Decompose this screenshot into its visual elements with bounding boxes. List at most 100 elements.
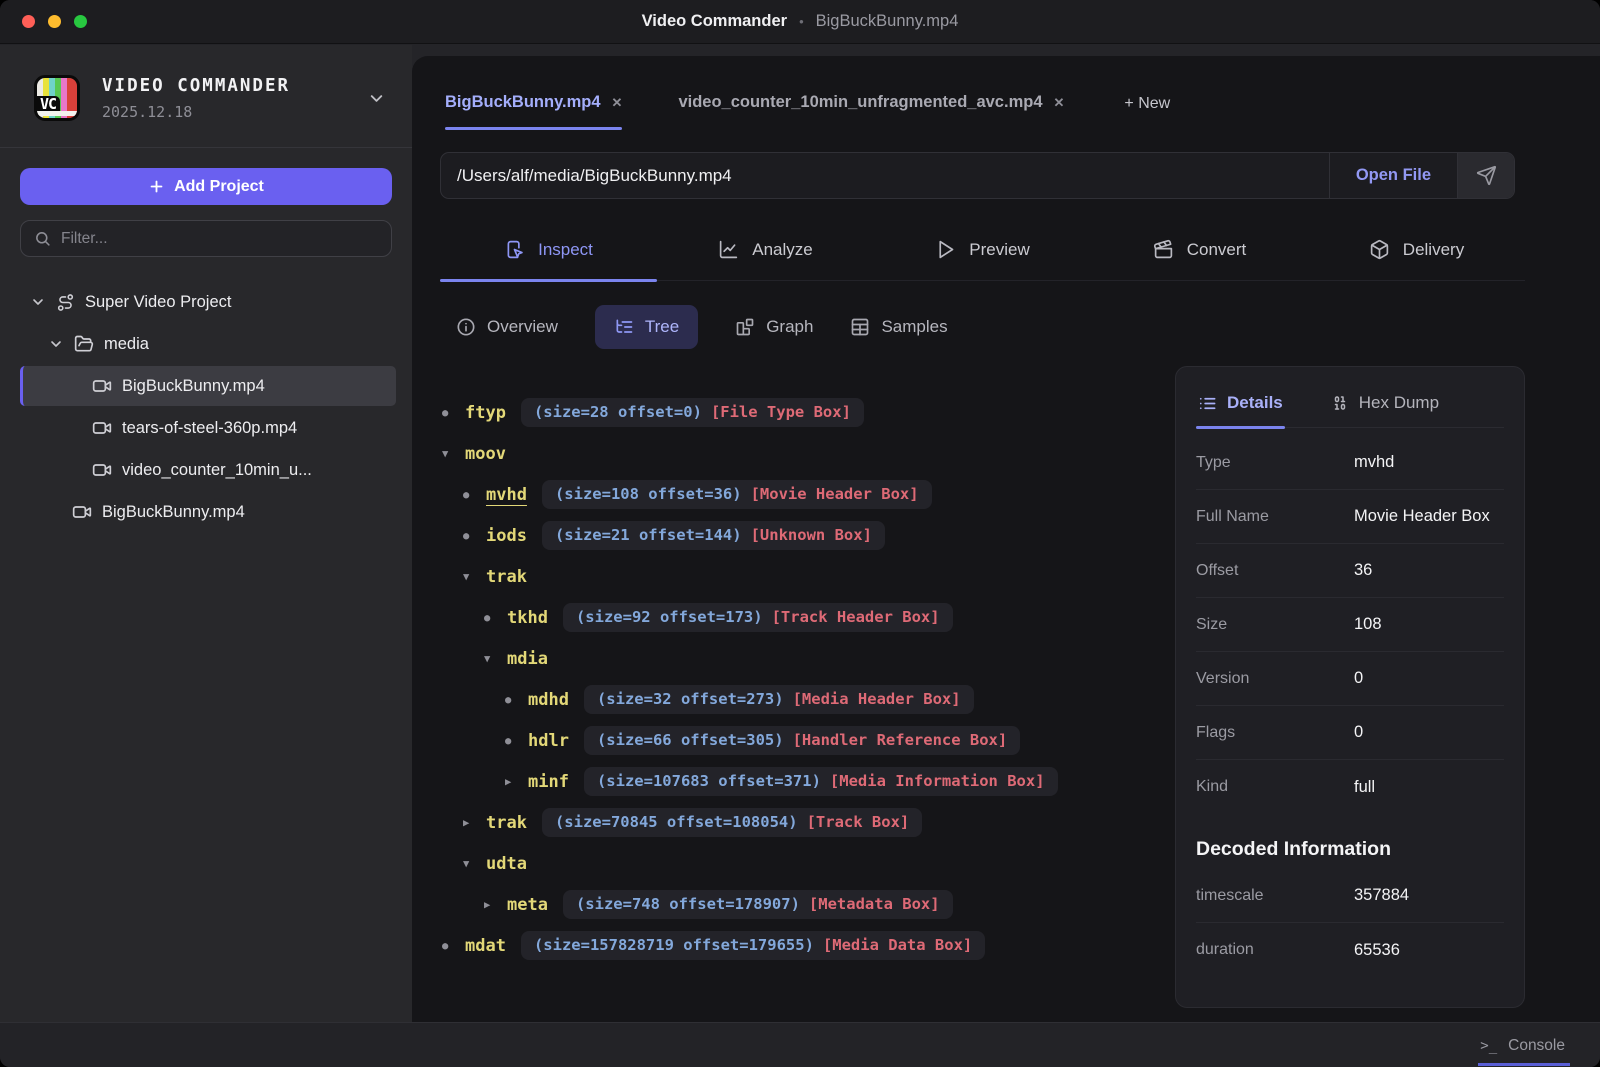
tree-marker-icon[interactable]: ● bbox=[505, 694, 528, 706]
tree-marker-icon[interactable]: ● bbox=[442, 407, 465, 419]
tree-marker-icon[interactable]: ● bbox=[442, 940, 465, 952]
tab-preview[interactable]: Preview bbox=[874, 219, 1091, 280]
box-size-offset: (size=92 offset=173) bbox=[576, 608, 763, 626]
box-name[interactable]: meta bbox=[507, 895, 548, 915]
tab-convert[interactable]: Convert bbox=[1091, 219, 1308, 280]
tree-row[interactable]: ● tkhd (size=92 offset=173)[Track Header… bbox=[442, 597, 1175, 638]
add-project-button[interactable]: Add Project bbox=[20, 168, 392, 205]
tree-row[interactable]: ▼ udta bbox=[442, 843, 1175, 884]
box-name[interactable]: mdhd bbox=[528, 690, 569, 710]
box-name[interactable]: trak bbox=[486, 813, 527, 833]
tree-marker-icon[interactable]: ▶ bbox=[505, 776, 528, 788]
video-camera-icon bbox=[72, 502, 92, 522]
tree-marker-icon[interactable]: ● bbox=[484, 612, 507, 624]
status-bar: >_ Console bbox=[0, 1022, 1600, 1067]
terminal-prompt-icon: >_ bbox=[1480, 1038, 1497, 1054]
detail-value: Movie Header Box bbox=[1354, 507, 1490, 526]
box-name[interactable]: tkhd bbox=[507, 608, 548, 628]
chevron-down-icon[interactable] bbox=[48, 336, 64, 352]
box-badge: (size=32 offset=273)[Media Header Box] bbox=[584, 685, 974, 714]
tree-row[interactable]: ▶ trak (size=70845 offset=108054)[Track … bbox=[442, 802, 1175, 843]
file-row[interactable]: BigBuckBunny.mp4 bbox=[0, 491, 412, 533]
tab-hex-dump[interactable]: Hex Dump bbox=[1329, 387, 1441, 427]
detail-row: Version 0 bbox=[1196, 652, 1504, 706]
tree-row[interactable]: ▼ mdia bbox=[442, 638, 1175, 679]
close-icon[interactable]: ✕ bbox=[1054, 95, 1065, 111]
app-name: VIDEO COMMANDER bbox=[102, 76, 290, 96]
detail-row: Offset 36 bbox=[1196, 544, 1504, 598]
tree-marker-icon[interactable]: ▼ bbox=[442, 448, 465, 460]
chevron-down-icon[interactable] bbox=[367, 89, 386, 108]
tree-row[interactable]: ● mdat (size=157828719 offset=179655)[Me… bbox=[442, 925, 1175, 966]
tree-marker-icon[interactable]: ● bbox=[505, 735, 528, 747]
decoded-row: duration 65536 bbox=[1196, 923, 1504, 977]
tab-video-counter[interactable]: video_counter_10min_unfragmented_avc.mp4… bbox=[678, 93, 1064, 143]
detail-key: Type bbox=[1196, 454, 1354, 472]
tree-row[interactable]: ● mdhd (size=32 offset=273)[Media Header… bbox=[442, 679, 1175, 720]
folder-row[interactable]: media bbox=[0, 323, 412, 365]
chevron-down-icon[interactable] bbox=[30, 294, 46, 310]
box-size-offset: (size=108 offset=36) bbox=[555, 485, 742, 503]
tree-row[interactable]: ● mvhd (size=108 offset=36)[Movie Header… bbox=[442, 474, 1175, 515]
new-tab-button[interactable]: + New bbox=[1124, 93, 1170, 113]
zoom-window-button[interactable] bbox=[74, 15, 87, 28]
submit-path-button[interactable] bbox=[1457, 153, 1514, 198]
console-button[interactable]: >_ Console bbox=[1478, 1037, 1570, 1066]
tab-delivery[interactable]: Delivery bbox=[1308, 219, 1525, 280]
tab-bigbuckbunny[interactable]: BigBuckBunny.mp4 ✕ bbox=[445, 93, 622, 143]
close-icon[interactable]: ✕ bbox=[612, 95, 623, 111]
box-name[interactable]: udta bbox=[486, 854, 527, 874]
tab-graph[interactable]: Graph bbox=[735, 305, 813, 349]
file-row[interactable]: tears-of-steel-360p.mp4 bbox=[0, 407, 412, 449]
box-name[interactable]: minf bbox=[528, 772, 569, 792]
tree-marker-icon[interactable]: ▼ bbox=[463, 571, 486, 583]
box-name[interactable]: mvhd bbox=[486, 485, 527, 505]
box-full-name: [Unknown Box] bbox=[751, 526, 872, 544]
box-name[interactable]: mdia bbox=[507, 649, 548, 669]
detail-row: Size 108 bbox=[1196, 598, 1504, 652]
tree-marker-icon[interactable]: ● bbox=[463, 489, 486, 501]
tree-row[interactable]: ▶ meta (size=748 offset=178907)[Metadata… bbox=[442, 884, 1175, 925]
tab-samples[interactable]: Samples bbox=[850, 305, 947, 349]
tree-marker-icon[interactable]: ▶ bbox=[463, 817, 486, 829]
decoded-key: duration bbox=[1196, 941, 1354, 959]
tab-inspect[interactable]: Inspect bbox=[440, 219, 657, 280]
filter-input[interactable] bbox=[61, 230, 378, 248]
open-file-button[interactable]: Open File bbox=[1329, 153, 1457, 198]
tree-marker-icon[interactable]: ▼ bbox=[484, 653, 507, 665]
file-row[interactable]: video_counter_10min_u... bbox=[0, 449, 412, 491]
tree-row[interactable]: ● hdlr (size=66 offset=305)[Handler Refe… bbox=[442, 720, 1175, 761]
box-name[interactable]: moov bbox=[465, 444, 506, 464]
tree-row[interactable]: ▼ moov bbox=[442, 433, 1175, 474]
folder-open-icon bbox=[74, 334, 94, 354]
box-name[interactable]: iods bbox=[486, 526, 527, 546]
tree-marker-icon[interactable]: ▼ bbox=[463, 858, 486, 870]
box-name[interactable]: hdlr bbox=[528, 731, 569, 751]
tree-row[interactable]: ▼ trak bbox=[442, 556, 1175, 597]
box-name[interactable]: ftyp bbox=[465, 403, 506, 423]
tree-row[interactable]: ● iods (size=21 offset=144)[Unknown Box] bbox=[442, 515, 1175, 556]
detail-key: Size bbox=[1196, 616, 1354, 634]
project-row[interactable]: Super Video Project bbox=[0, 281, 412, 323]
tab-tree[interactable]: Tree bbox=[595, 305, 698, 349]
tree-marker-icon[interactable]: ▶ bbox=[484, 899, 507, 911]
file-row[interactable]: BigBuckBunny.mp4 bbox=[0, 365, 412, 407]
tab-label: Convert bbox=[1187, 240, 1247, 260]
app-logo: VC bbox=[34, 75, 80, 121]
tree-marker-icon[interactable]: ● bbox=[463, 530, 486, 542]
tree-row[interactable]: ▶ minf (size=107683 offset=371)[Media In… bbox=[442, 761, 1175, 802]
app-header[interactable]: VC VIDEO COMMANDER 2025.12.18 bbox=[0, 45, 412, 147]
minimize-window-button[interactable] bbox=[48, 15, 61, 28]
tab-analyze[interactable]: Analyze bbox=[657, 219, 874, 280]
box-name[interactable]: mdat bbox=[465, 936, 506, 956]
detail-value: 108 bbox=[1354, 615, 1382, 634]
tab-details[interactable]: Details bbox=[1196, 387, 1285, 427]
tree-row[interactable]: ● ftyp (size=28 offset=0)[File Type Box] bbox=[442, 392, 1175, 433]
file-path-input[interactable]: /Users/alf/media/BigBuckBunny.mp4 bbox=[441, 153, 1329, 198]
close-window-button[interactable] bbox=[22, 15, 35, 28]
detail-row: Type mvhd bbox=[1196, 436, 1504, 490]
project-tree: Super Video Project media bbox=[0, 281, 412, 533]
tab-overview[interactable]: Overview bbox=[456, 305, 558, 349]
box-name[interactable]: trak bbox=[486, 567, 527, 587]
plus-icon bbox=[148, 178, 165, 195]
